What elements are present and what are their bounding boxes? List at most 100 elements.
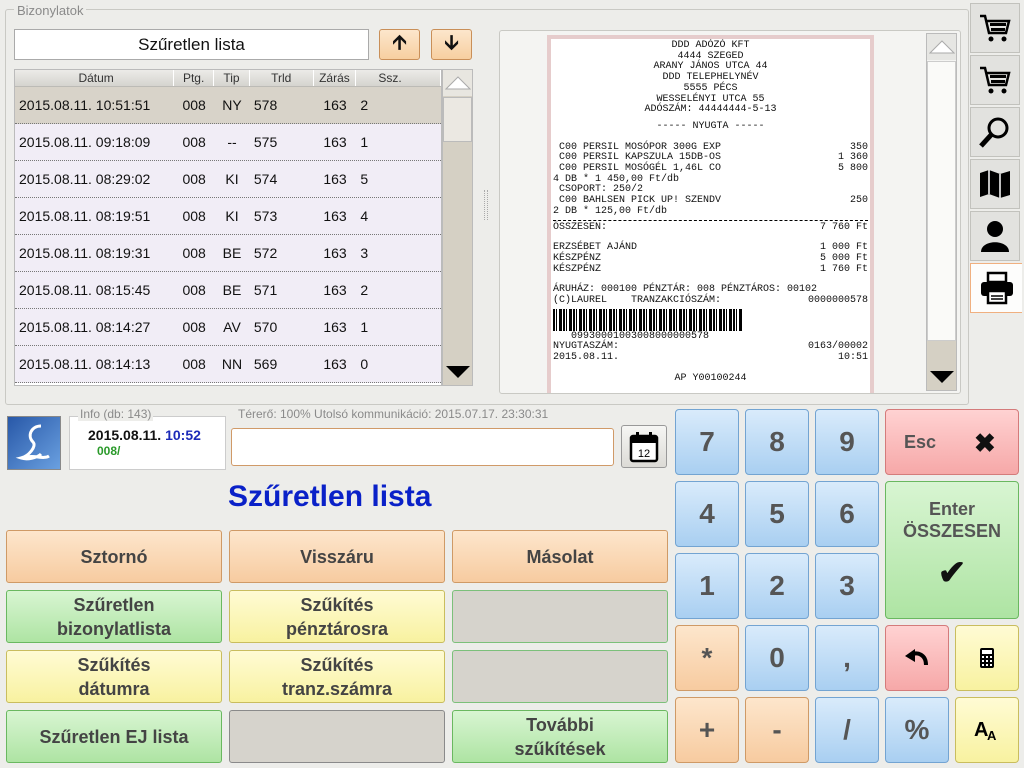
scroll-up-icon[interactable] (443, 70, 472, 96)
col-ssz[interactable]: Ssz. (356, 70, 441, 86)
table-row[interactable]: 2015.08.11. 08:14:27 008 AV 570 163 1 (15, 309, 441, 346)
font-size-button[interactable]: AA (955, 697, 1019, 763)
calendar-button[interactable]: 12 (621, 425, 667, 468)
masolat-button[interactable]: Másolat (452, 530, 668, 583)
table-cell: 2015.08.11. 09:18:09 (19, 134, 151, 150)
table-cell: 574 (253, 171, 278, 187)
preview-scrollbar[interactable] (926, 33, 957, 391)
table-row[interactable]: 2015.08.11. 10:51:51 008 NY 578 163 2 (15, 87, 441, 124)
table-row[interactable]: 2015.08.11. 09:18:09 008 -- 575 163 1 (15, 124, 441, 161)
enter-button[interactable]: Enter ÖSSZESEN ✔ (885, 481, 1019, 619)
laurel-logo (7, 416, 61, 470)
key-1[interactable]: 1 (675, 553, 739, 619)
cart-icon (980, 66, 1011, 94)
cart-icon (980, 14, 1011, 42)
key-4[interactable]: 4 (675, 481, 739, 547)
col-datum[interactable]: Dátum (15, 70, 175, 86)
table-cell: 163 (323, 208, 347, 224)
key-8[interactable]: 8 (745, 409, 809, 475)
esc-button[interactable]: Esc ✖ (885, 409, 1019, 475)
preview-scroll-up-icon[interactable] (927, 34, 956, 60)
table-row[interactable]: 2015.08.11. 08:19:51 008 KI 573 163 4 (15, 198, 441, 235)
table-cell: 2015.08.11. 08:19:51 (19, 208, 151, 224)
info-panel: 2015.08.11. 10:52 008/ (69, 416, 226, 470)
scroll-down-icon[interactable] (443, 359, 472, 385)
preview-scroll-down-icon[interactable] (927, 364, 956, 390)
table-cell: 163 (323, 97, 347, 113)
szuretlen-bizonylatlista-button[interactable]: Szűretlen bizonylatlista (6, 590, 222, 643)
table-cell: 163 (323, 282, 347, 298)
table-cell: 4 (360, 208, 369, 224)
table-cell: 163 (323, 319, 347, 335)
key-9[interactable]: 9 (815, 409, 879, 475)
col-zaras[interactable]: Zárás (314, 70, 357, 86)
table-row[interactable]: 2015.08.11. 08:15:45 008 BE 571 163 2 (15, 272, 441, 309)
tovabbi-szukitesek-button[interactable]: További szűkítések (452, 710, 668, 763)
move-up-button[interactable]: 🡩 (379, 29, 420, 60)
tab-cart[interactable] (970, 3, 1020, 53)
splitter-handle[interactable] (484, 190, 488, 220)
table-cell: -- (227, 134, 237, 150)
info-caption: Info (db: 143) (78, 407, 154, 421)
szuretlen-ej-lista-button[interactable]: Szűretlen EJ lista (6, 710, 222, 763)
table-cell: AV (223, 319, 241, 335)
key-percent[interactable]: % (885, 697, 949, 763)
table-cell: 008 (182, 282, 206, 298)
list-title-field: Szűretlen lista (14, 29, 369, 60)
table-cell: BE (222, 245, 242, 261)
key-0[interactable]: 0 (745, 625, 809, 691)
table-cell: 2015.08.11. 08:14:27 (19, 319, 151, 335)
table-cell: 008 (182, 356, 206, 372)
tab-search[interactable] (970, 107, 1020, 157)
key-6[interactable]: 6 (815, 481, 879, 547)
tab-user[interactable] (970, 211, 1020, 261)
calculator-button[interactable] (955, 625, 1019, 691)
table-cell: 2015.08.11. 10:51:51 (19, 97, 151, 113)
undo-button[interactable] (885, 625, 949, 691)
preview-scroll-thumb[interactable] (927, 61, 956, 341)
table-cell: 163 (323, 134, 347, 150)
entry-caption: Térerő: 100% Utolsó kommunikáció: 2015.0… (238, 407, 549, 421)
storno-button[interactable]: Sztornó (6, 530, 222, 583)
entry-input[interactable] (231, 428, 614, 466)
table-cell: 163 (323, 356, 347, 372)
key-3[interactable]: 3 (815, 553, 879, 619)
table-cell: 008 (182, 171, 206, 187)
key-2[interactable]: 2 (745, 553, 809, 619)
col-trld[interactable]: Trld (250, 70, 314, 86)
szukites-datumra-button[interactable]: Szűkítés dátumra (6, 650, 222, 703)
szukites-penztarosra-button[interactable]: Szűkítés pénztárosra (229, 590, 445, 643)
receipt-type: ----- NYUGTA ----- (656, 120, 765, 132)
col-ptg[interactable]: Ptg. (174, 70, 215, 86)
table-row[interactable]: 2015.08.11. 08:14:13 008 NN 569 163 0 (15, 346, 441, 383)
calendar-day: 12 (638, 448, 650, 460)
table-cell: 008 (182, 208, 206, 224)
table-cell: 2015.08.11. 08:19:31 (19, 245, 151, 261)
svg-text:A: A (987, 728, 997, 742)
table-cell: NY (222, 97, 242, 113)
table-cell: 5 (360, 171, 369, 187)
key-5[interactable]: 5 (745, 481, 809, 547)
tab-cart-2[interactable] (970, 55, 1020, 105)
col-tip[interactable]: Tip (214, 70, 250, 86)
move-down-button[interactable]: 🡫 (431, 29, 472, 60)
table-row[interactable]: 2015.08.11. 08:19:31 008 BE 572 163 3 (15, 235, 441, 272)
table-row[interactable]: 2015.08.11. 08:29:02 008 KI 574 163 5 (15, 161, 441, 198)
visszaru-button[interactable]: Visszáru (229, 530, 445, 583)
table-scrollbar[interactable] (442, 69, 473, 386)
key-slash[interactable]: / (815, 697, 879, 763)
key-star[interactable]: * (675, 625, 739, 691)
empty-button-1 (452, 590, 668, 643)
key-comma[interactable]: , (815, 625, 879, 691)
key-7[interactable]: 7 (675, 409, 739, 475)
arrow-down-icon: 🡫 (444, 31, 459, 54)
arrow-up-icon: 🡩 (392, 31, 407, 54)
table-cell: 008 (182, 97, 206, 113)
key-plus[interactable]: + (675, 697, 739, 763)
scroll-thumb[interactable] (443, 97, 472, 142)
tab-printer[interactable] (970, 263, 1022, 313)
key-minus[interactable]: - (745, 697, 809, 763)
szukites-tranzszamra-button[interactable]: Szűkítés tranz.számra (229, 650, 445, 703)
tab-map[interactable] (970, 159, 1020, 209)
document-table: Dátum Ptg. Tip Trld Zárás Ssz. 2015.08.1… (14, 69, 442, 386)
